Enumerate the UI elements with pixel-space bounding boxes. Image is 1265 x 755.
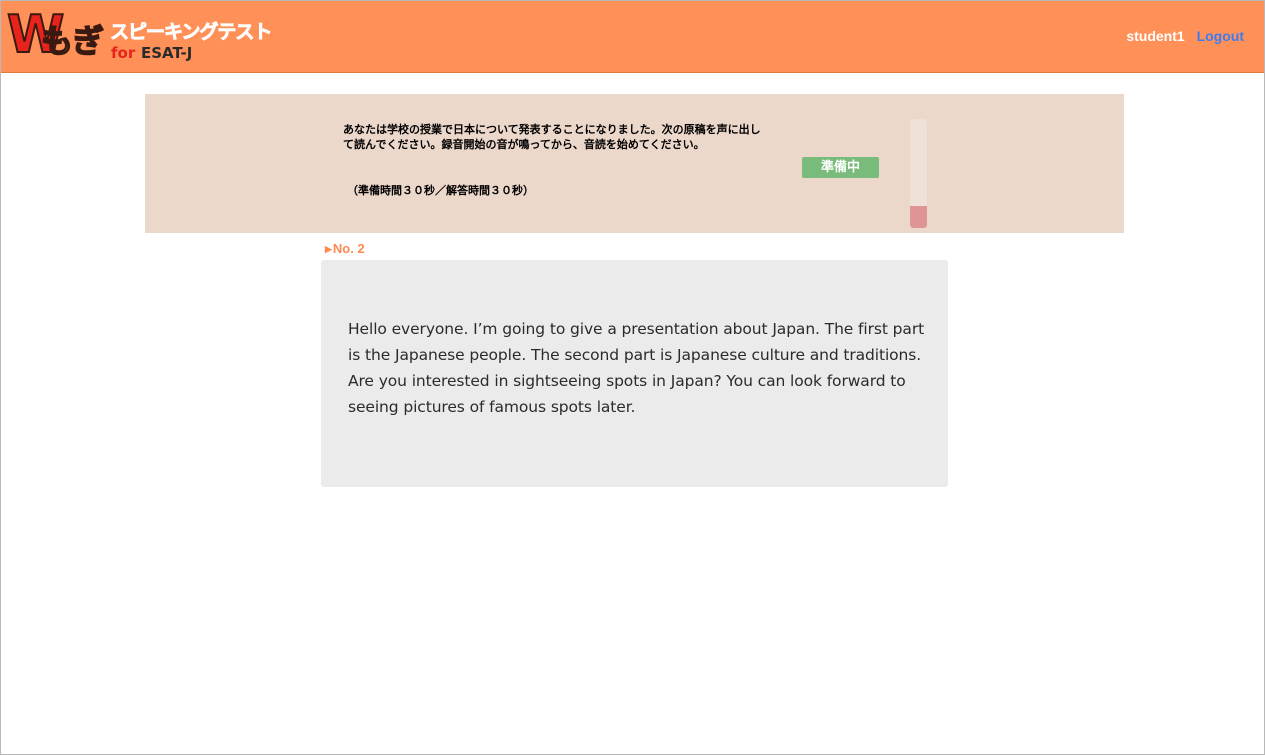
logo-title: スピーキングテスト xyxy=(110,21,273,44)
passage-text: Hello everyone. I’m going to give a pres… xyxy=(348,320,925,416)
question-number: ▶No. 2 xyxy=(325,242,365,256)
logo-mogi: もぎ xyxy=(40,22,105,60)
timer-gauge-fill xyxy=(910,206,927,228)
passage-box: Hello everyone. I’m going to give a pres… xyxy=(321,260,948,487)
app-window: W もぎ スピーキングテスト for ESAT-J student1 Logou… xyxy=(0,0,1265,755)
logo-esat: ESAT-J xyxy=(141,44,193,62)
instruction-panel: あなたは学校の授業で日本について発表することになりました。次の原稿を声に出して読… xyxy=(145,94,1124,233)
logo-for: for xyxy=(111,44,136,62)
username-label: student1 xyxy=(1126,28,1185,44)
triangle-right-icon: ▶ xyxy=(325,244,332,254)
status-badge: 準備中 xyxy=(802,157,879,178)
user-area: student1 Logout xyxy=(1126,28,1244,44)
instruction-text: あなたは学校の授業で日本について発表することになりました。次の原稿を声に出して読… xyxy=(343,123,761,151)
question-number-label: No. 2 xyxy=(332,241,365,256)
logout-link[interactable]: Logout xyxy=(1197,28,1244,44)
app-logo: W もぎ スピーキングテスト for ESAT-J xyxy=(6,7,273,65)
header-bar: W もぎ スピーキングテスト for ESAT-J student1 Logou… xyxy=(1,1,1264,73)
time-note: （準備時間３０秒／解答時間３０秒） xyxy=(347,184,534,197)
timer-gauge xyxy=(910,119,927,228)
